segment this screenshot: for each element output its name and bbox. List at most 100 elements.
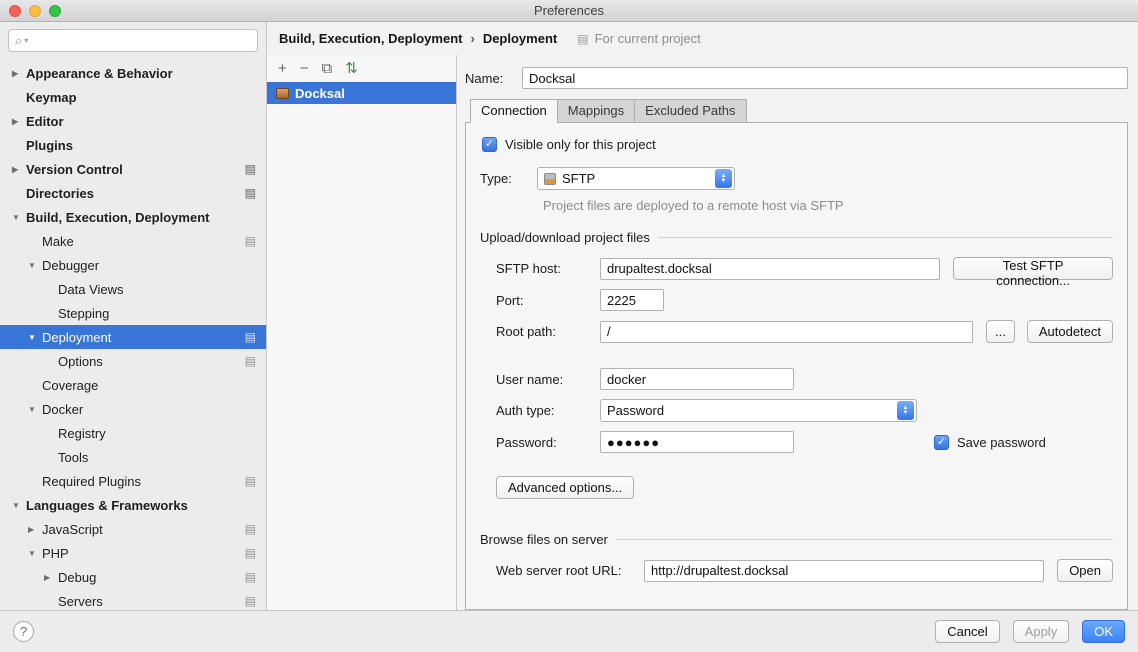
tab-strip: ConnectionMappingsExcluded Paths [465, 99, 1128, 123]
save-password-row: Save password [934, 435, 1046, 450]
breadcrumb-item-build-execution-deployment[interactable]: Build, Execution, Deployment [279, 31, 462, 46]
sidebar-item-build-execution-deployment[interactable]: ▼Build, Execution, Deployment [0, 205, 266, 229]
user-name-row: User name: [496, 368, 1113, 390]
project-scope-icon: ▤ [245, 522, 256, 536]
search-icon: ⌕ [15, 33, 22, 49]
password-label: Password: [496, 435, 600, 450]
project-scope-icon: ▤ [245, 594, 256, 608]
sidebar-item-label: Servers [58, 594, 103, 609]
sidebar-item-version-control[interactable]: ▶Version Control▤ [0, 157, 266, 181]
user-name-field[interactable] [600, 368, 794, 390]
visible-only-checkbox[interactable] [482, 137, 497, 152]
chevron-right-icon[interactable]: ▶ [44, 573, 58, 582]
sidebar-item-label: Tools [58, 450, 88, 465]
chevron-down-icon[interactable]: ▼ [28, 333, 42, 342]
close-window-button[interactable] [9, 5, 21, 17]
web-root-field[interactable] [644, 560, 1044, 582]
chevron-right-icon[interactable]: ▶ [28, 525, 42, 534]
sidebar-item-options[interactable]: Options▤ [0, 349, 266, 373]
sidebar-item-data-views[interactable]: Data Views [0, 277, 266, 301]
open-button[interactable]: Open [1057, 559, 1113, 582]
port-row: Port: [496, 289, 1113, 311]
sidebar-item-plugins[interactable]: Plugins [0, 133, 266, 157]
scope-label-text: For current project [595, 31, 701, 46]
connection-tab-content: Visible only for this project Type: SFTP… [465, 122, 1128, 610]
sidebar-item-stepping[interactable]: Stepping [0, 301, 266, 325]
sidebar-item-javascript[interactable]: ▶JavaScript ▤ [0, 517, 266, 541]
sidebar-item-label: Registry [58, 426, 106, 441]
sync-button[interactable]: ⇅ [345, 61, 358, 76]
sftp-host-field[interactable] [600, 258, 940, 280]
minimize-window-button[interactable] [29, 5, 41, 17]
sidebar-item-servers[interactable]: Servers ▤ [0, 589, 266, 610]
add-button[interactable]: + [278, 61, 287, 76]
upload-section-header: Upload/download project files [480, 230, 1113, 245]
chevron-down-icon[interactable]: ▼ [12, 501, 26, 510]
copy-button[interactable]: ⧉ [322, 61, 333, 76]
tab-mappings[interactable]: Mappings [557, 99, 635, 123]
password-field[interactable] [600, 431, 794, 453]
apply-button[interactable]: Apply [1013, 620, 1070, 643]
advanced-options-button[interactable]: Advanced options... [496, 476, 634, 499]
sidebar-item-debugger[interactable]: ▼Debugger [0, 253, 266, 277]
save-password-checkbox[interactable] [934, 435, 949, 450]
sidebar-item-make[interactable]: Make▤ [0, 229, 266, 253]
sidebar-item-languages-frameworks[interactable]: ▼Languages & Frameworks [0, 493, 266, 517]
browse-root-path-button[interactable]: ... [986, 320, 1015, 343]
sidebar-item-label: JavaScript [42, 522, 103, 537]
sidebar-item-appearance-behavior[interactable]: ▶Appearance & Behavior [0, 61, 266, 85]
tab-excluded-paths[interactable]: Excluded Paths [634, 99, 746, 123]
name-field[interactable] [522, 67, 1128, 89]
sidebar-item-label: Debugger [42, 258, 99, 273]
search-input[interactable] [32, 31, 251, 50]
sidebar-item-directories[interactable]: Directories▤ [0, 181, 266, 205]
ok-button[interactable]: OK [1082, 620, 1125, 643]
content-column: Build, Execution, Deployment › Deploymen… [267, 22, 1138, 610]
section-divider [616, 539, 1113, 540]
scope-label: ▤ For current project [577, 31, 701, 46]
sidebar-item-coverage[interactable]: Coverage [0, 373, 266, 397]
sidebar-item-registry[interactable]: Registry [0, 421, 266, 445]
chevron-down-icon[interactable]: ▼ [12, 213, 26, 222]
sidebar-item-tools[interactable]: Tools [0, 445, 266, 469]
chevron-down-icon[interactable]: ▼ [28, 549, 42, 558]
preferences-window: Preferences ⌕ ▾ ▶Appearance & BehaviorKe… [0, 0, 1138, 652]
root-path-field[interactable] [600, 321, 973, 343]
sidebar-item-docker[interactable]: ▼Docker [0, 397, 266, 421]
zoom-window-button[interactable] [49, 5, 61, 17]
upload-section-title: Upload/download project files [480, 230, 650, 245]
server-list-item-docksal[interactable]: Docksal [267, 82, 456, 104]
project-scope-icon: ▤ [245, 330, 256, 344]
chevron-down-icon[interactable]: ▼ [28, 261, 42, 270]
password-row: Password: Save password [496, 431, 1113, 453]
project-scope-icon: ▤ [577, 32, 588, 46]
autodetect-button[interactable]: Autodetect [1027, 320, 1113, 343]
type-dropdown[interactable]: SFTP ▲▼ [537, 167, 735, 190]
chevron-right-icon[interactable]: ▶ [12, 165, 26, 174]
sidebar-item-debug[interactable]: ▶Debug▤ [0, 565, 266, 589]
chevron-right-icon[interactable]: ▶ [12, 69, 26, 78]
chevron-right-icon[interactable]: ▶ [12, 117, 26, 126]
test-sftp-connection-button[interactable]: Test SFTP connection... [953, 257, 1113, 280]
chevron-down-icon[interactable]: ▼ [28, 405, 42, 414]
sidebar-item-deployment[interactable]: ▼Deployment▤ [0, 325, 266, 349]
settings-search-box[interactable]: ⌕ ▾ [8, 29, 258, 52]
auth-type-dropdown[interactable]: Password ▲▼ [600, 399, 917, 422]
cancel-button[interactable]: Cancel [935, 620, 999, 643]
save-password-label: Save password [957, 435, 1046, 450]
sidebar-item-php[interactable]: ▼PHP▤ [0, 541, 266, 565]
sidebar-item-required-plugins[interactable]: Required Plugins▤ [0, 469, 266, 493]
dropdown-stepper-icon[interactable]: ▲▼ [715, 169, 732, 188]
remove-button[interactable]: − [300, 61, 309, 76]
sidebar-item-label: Appearance & Behavior [26, 66, 173, 81]
port-field[interactable] [600, 289, 664, 311]
web-root-row: Web server root URL: Open [496, 559, 1113, 582]
search-options-caret-icon[interactable]: ▾ [24, 36, 28, 45]
help-button[interactable]: ? [13, 621, 34, 642]
tab-connection[interactable]: Connection [470, 99, 558, 123]
sidebar-item-label: Options [58, 354, 103, 369]
sidebar-item-keymap[interactable]: Keymap [0, 85, 266, 109]
dropdown-stepper-icon[interactable]: ▲▼ [897, 401, 914, 420]
type-value: SFTP [562, 171, 709, 186]
sidebar-item-editor[interactable]: ▶Editor [0, 109, 266, 133]
